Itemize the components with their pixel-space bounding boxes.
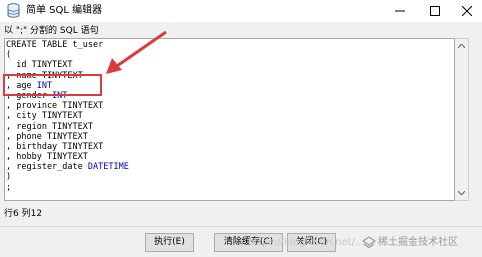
- watermark-brand: 稀土掘金技术社区: [378, 237, 458, 248]
- scroll-down-button[interactable]: [455, 186, 468, 200]
- code-line: , city TINYTEXT: [6, 111, 129, 121]
- code-line: , hobby TINYTEXT: [6, 152, 129, 162]
- minimize-icon: [395, 10, 405, 12]
- code-line: , name TINYTEXT: [6, 71, 129, 81]
- sql-text: , age: [6, 80, 37, 91]
- sql-keyword: INT: [36, 80, 53, 91]
- code-line: ): [6, 172, 129, 182]
- sql-text: , region TINYTEXT: [6, 121, 93, 132]
- sql-text: , register_date: [6, 162, 88, 173]
- code-line: ;: [6, 183, 129, 193]
- code-line: (: [6, 50, 129, 60]
- execute-button[interactable]: 执行(E): [145, 233, 194, 252]
- sql-text: , name TINYTEXT: [6, 70, 83, 81]
- code-line: , birthday TINYTEXT: [6, 142, 129, 152]
- scroll-up-button[interactable]: [455, 39, 468, 53]
- maximize-icon: [430, 6, 440, 16]
- chevron-up-icon: [458, 44, 465, 48]
- sql-keyword: DATETIME: [87, 162, 129, 173]
- sql-text: , hobby TINYTEXT: [6, 152, 88, 163]
- close-window-button[interactable]: [452, 0, 482, 22]
- close-button[interactable]: 关闭(C): [287, 233, 336, 252]
- code-line: , region TINYTEXT: [6, 122, 129, 132]
- close-icon: [462, 6, 472, 16]
- code-line: , phone TINYTEXT: [6, 132, 129, 142]
- sql-text: id TINYTEXT: [6, 60, 73, 71]
- chevron-down-icon: [458, 191, 465, 195]
- brand-logo-icon: [362, 236, 376, 249]
- minimize-button[interactable]: [385, 0, 415, 22]
- clear-cache-button[interactable]: 清除缓存(C): [214, 233, 283, 252]
- code-line: id TINYTEXT: [6, 60, 129, 70]
- vertical-scrollbar[interactable]: [455, 38, 469, 201]
- cursor-position: 行6 列12: [4, 209, 43, 219]
- code-line: , register_date DATETIME: [6, 162, 129, 172]
- database-icon: [7, 3, 20, 18]
- sql-text: (: [6, 50, 12, 61]
- sql-text: ): [6, 172, 12, 183]
- window-title: 简单 SQL 编辑器: [26, 5, 103, 16]
- sql-text: , gender: [6, 90, 53, 101]
- sql-text: , birthday TINYTEXT: [6, 141, 104, 152]
- code-line: CREATE TABLE t_user: [6, 40, 129, 50]
- footer-divider: [0, 226, 482, 227]
- sql-keyword: INT: [52, 90, 68, 101]
- sql-hint-label: 以 ";" 分割的 SQL 语句: [4, 26, 99, 36]
- code-line: , gender INT: [6, 91, 129, 101]
- sql-text: , phone TINYTEXT: [6, 131, 88, 142]
- sql-text: CREATE TABLE t_user: [6, 40, 104, 50]
- code-line: , age INT: [6, 81, 129, 91]
- sql-code: CREATE TABLE t_user( id TINYTEXT, name T…: [6, 40, 129, 193]
- sql-editor[interactable]: CREATE TABLE t_user( id TINYTEXT, name T…: [4, 38, 455, 201]
- title-bar: 简单 SQL 编辑器: [0, 0, 482, 22]
- maximize-button[interactable]: [420, 0, 450, 22]
- sql-text: ;: [6, 182, 12, 193]
- sql-text: , city TINYTEXT: [6, 111, 83, 122]
- sql-text: , province TINYTEXT: [6, 101, 104, 112]
- code-line: , province TINYTEXT: [6, 101, 129, 111]
